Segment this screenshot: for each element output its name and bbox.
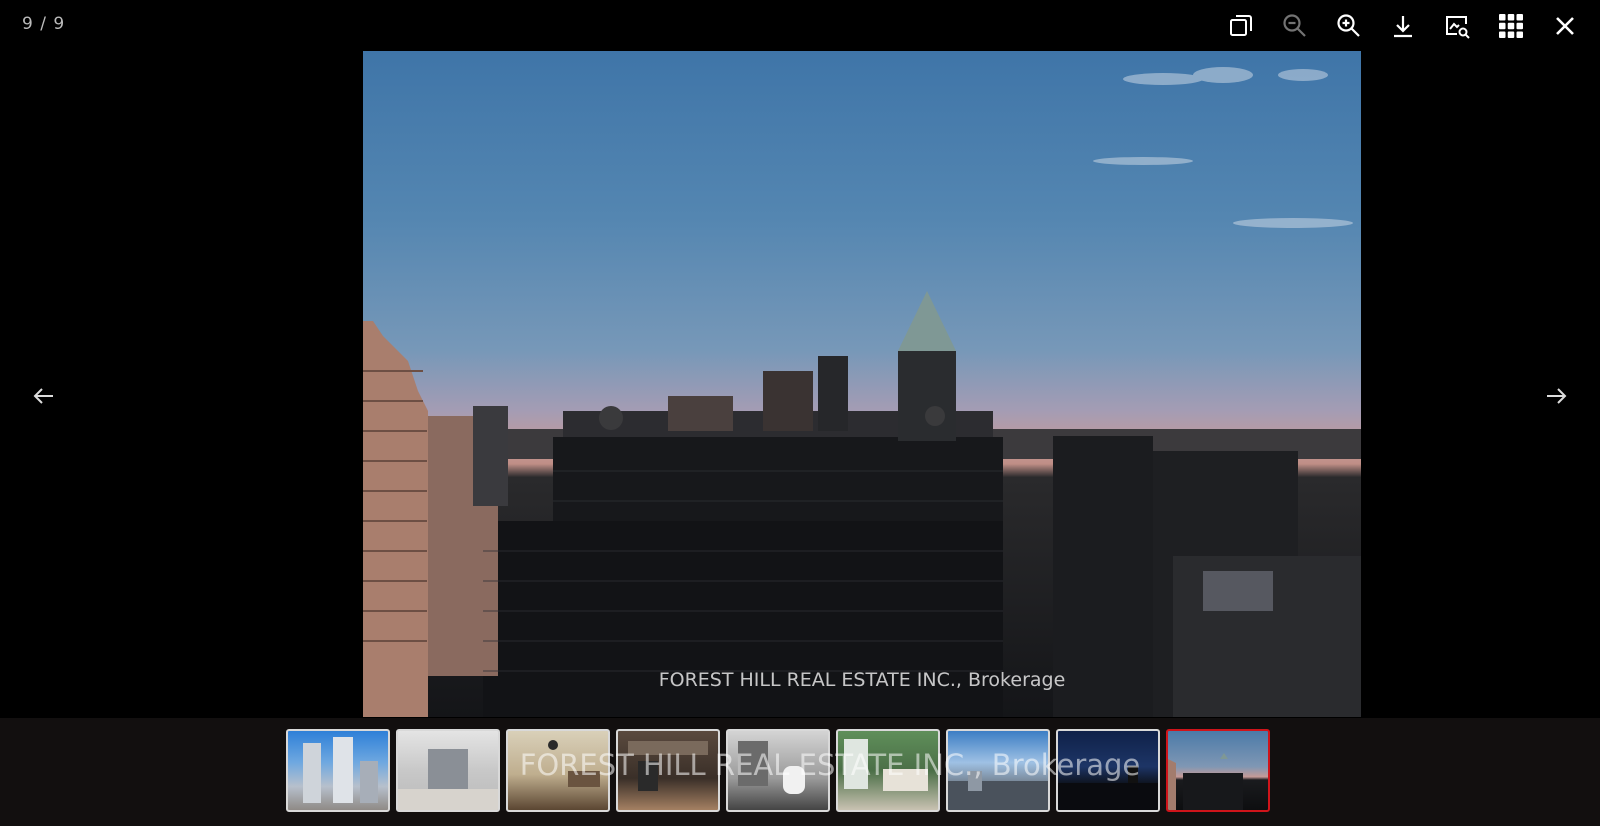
thumbnail-image xyxy=(628,741,708,791)
arrow-left-icon xyxy=(33,388,53,404)
thumbnail-8[interactable] xyxy=(1056,729,1160,812)
square-stack-icon xyxy=(1230,15,1252,36)
download-icon xyxy=(1394,16,1412,38)
zoom-out-icon xyxy=(1283,14,1306,37)
image-search-icon xyxy=(1446,16,1470,39)
thumbnail-strip: FOREST HILL REAL ESTATE INC., Brokerage xyxy=(0,718,1600,826)
arrow-right-icon xyxy=(1547,388,1567,404)
thumbnail-image xyxy=(548,740,600,787)
zoom-out-button[interactable] xyxy=(1268,8,1322,44)
thumbnails-button[interactable] xyxy=(1484,8,1538,44)
main-image: FOREST HILL REAL ESTATE INC., Brokerage xyxy=(363,51,1361,717)
thumbnail-7[interactable] xyxy=(946,729,1050,812)
city-skyline-photo xyxy=(363,67,1361,717)
thumbnail-image xyxy=(844,739,928,791)
next-image-button[interactable] xyxy=(1534,374,1578,418)
thumbnail-image xyxy=(738,741,805,794)
close-icon xyxy=(1556,17,1574,35)
viewer-toolbar xyxy=(1214,8,1592,44)
image-caption: FOREST HILL REAL ESTATE INC., Brokerage xyxy=(658,669,1066,691)
previous-image-button[interactable] xyxy=(22,374,66,418)
thumbnail-image xyxy=(948,771,1048,810)
thumbnail-image xyxy=(1168,753,1243,810)
thumbnail-9[interactable] xyxy=(1166,729,1270,812)
grid-icon xyxy=(1499,14,1523,38)
thumbnail-5[interactable] xyxy=(726,729,830,812)
thumbnail-image xyxy=(1058,766,1158,810)
slideshow-button[interactable] xyxy=(1430,8,1484,44)
zoom-in-button[interactable] xyxy=(1322,8,1376,44)
thumbnail-4[interactable] xyxy=(616,729,720,812)
thumbnail-6[interactable] xyxy=(836,729,940,812)
zoom-in-icon xyxy=(1337,14,1360,37)
thumbnail-image xyxy=(303,737,378,803)
thumbnail-1[interactable] xyxy=(286,729,390,812)
close-button[interactable] xyxy=(1538,8,1592,44)
thumbnail-image xyxy=(398,749,498,810)
thumbnail-3[interactable] xyxy=(506,729,610,812)
download-button[interactable] xyxy=(1376,8,1430,44)
toggle-size-button[interactable] xyxy=(1214,8,1268,44)
thumbnail-list xyxy=(286,729,1270,812)
image-counter: 9 / 9 xyxy=(22,14,66,34)
thumbnail-2[interactable] xyxy=(396,729,500,812)
